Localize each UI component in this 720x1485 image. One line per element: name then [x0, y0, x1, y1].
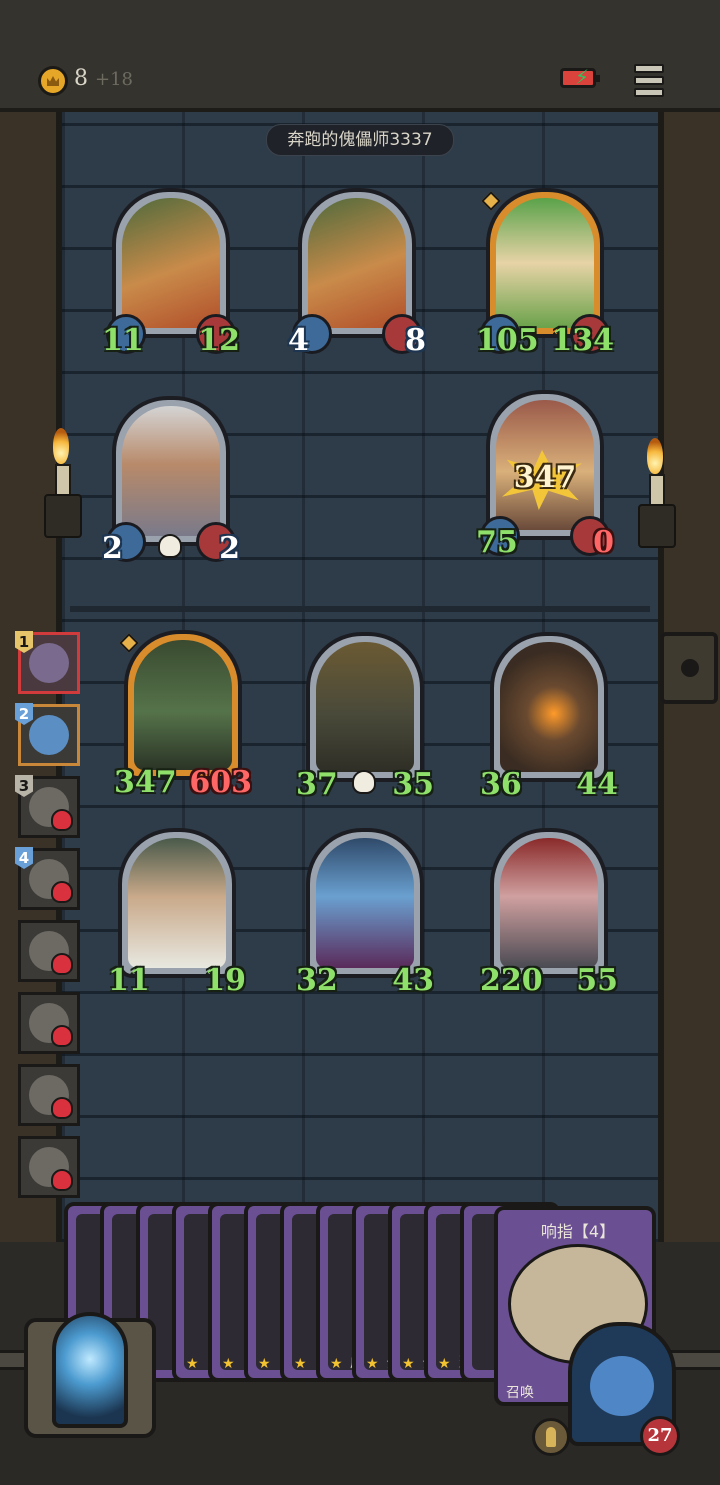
opponent-name: 奔跑的傀儡师3337 — [266, 124, 454, 156]
minion-attack: 105 — [476, 323, 539, 358]
minion-health: 134 — [551, 323, 614, 358]
turn-order-item[interactable]: 4 — [15, 847, 80, 910]
gold-coin-icon — [38, 66, 68, 96]
card-title: 响指【4】 — [540, 1222, 616, 1241]
eliminated-skull-icon — [51, 1097, 73, 1119]
minion-health: 0 — [593, 525, 614, 560]
battery-icon: ⚡ — [560, 67, 600, 88]
minion-health: 12 — [198, 323, 240, 358]
player-minion[interactable]: 347 603 — [114, 630, 252, 800]
minion-attack: 36 — [480, 767, 522, 802]
turn-order-item[interactable] — [18, 1064, 80, 1126]
player-minion[interactable]: 11 19 — [108, 828, 246, 998]
refresh-portal-button[interactable] — [24, 1312, 156, 1438]
skull-icon — [352, 770, 376, 794]
minion-attack: 11 — [108, 963, 150, 998]
eliminated-skull-icon — [51, 1169, 73, 1191]
minion-health: 43 — [392, 963, 434, 998]
minion-attack: 37 — [296, 767, 338, 802]
portal-icon — [52, 1312, 128, 1428]
menu-icon[interactable] — [634, 64, 664, 97]
minion-attack: 220 — [480, 963, 543, 998]
turn-order-item[interactable] — [18, 920, 80, 982]
card-description: 召唤 — [506, 1385, 534, 1401]
right-torch-icon — [638, 438, 676, 548]
minion-attack: 2 — [102, 531, 123, 566]
minion-attack: 75 — [476, 525, 518, 560]
minion-health: 44 — [576, 767, 618, 802]
damage-number: 347 — [513, 460, 577, 495]
top-bar: 8 +18 ⚡ — [0, 0, 720, 112]
left-torch-icon — [44, 428, 82, 538]
opponent-minion[interactable]: 347 75 0 — [476, 390, 614, 560]
minion-health: 603 — [189, 765, 252, 800]
minion-health: 55 — [576, 963, 618, 998]
player-minion[interactable]: 220 55 — [480, 828, 618, 998]
player-minion[interactable]: 32 43 — [296, 828, 434, 998]
gold-income: +18 — [95, 69, 133, 90]
opponent-minion[interactable]: 2 2 — [102, 396, 240, 566]
player-minion[interactable]: 36 44 — [480, 632, 618, 802]
opponent-minion[interactable]: 11 12 — [102, 188, 240, 358]
skull-icon — [158, 534, 182, 558]
eliminated-skull-icon — [51, 881, 73, 903]
turn-order-item[interactable] — [18, 1136, 80, 1198]
opponent-minion[interactable]: 4 8 — [288, 188, 426, 358]
minion-health: 8 — [405, 323, 426, 358]
eliminated-skull-icon — [51, 809, 73, 831]
turn-order-item[interactable]: 1 — [15, 631, 80, 694]
turn-order-item[interactable]: 3 — [15, 775, 80, 838]
minion-attack: 4 — [288, 323, 309, 358]
eliminated-skull-icon — [51, 953, 73, 975]
gold-amount: 8 — [74, 66, 88, 91]
hero-face — [590, 1356, 654, 1416]
hero-health: 27 — [640, 1416, 680, 1456]
minion-health: 19 — [204, 963, 246, 998]
side-toggle-button[interactable] — [660, 632, 718, 704]
minion-attack: 11 — [102, 323, 144, 358]
turn-order-item[interactable] — [18, 992, 80, 1054]
board-divider — [70, 606, 650, 612]
eliminated-skull-icon — [51, 1025, 73, 1047]
minion-attack: 347 — [114, 765, 177, 800]
opponent-minion[interactable]: 105 134 — [476, 188, 614, 358]
minion-health: 2 — [219, 531, 240, 566]
hero-power-button[interactable] — [532, 1418, 570, 1456]
minion-health: 35 — [392, 767, 434, 802]
turn-order-item[interactable]: 2 — [15, 703, 80, 766]
player-minion[interactable]: 37 35 — [296, 632, 434, 802]
minion-attack: 32 — [296, 963, 338, 998]
gold-counter: 8 +18 — [74, 66, 133, 91]
